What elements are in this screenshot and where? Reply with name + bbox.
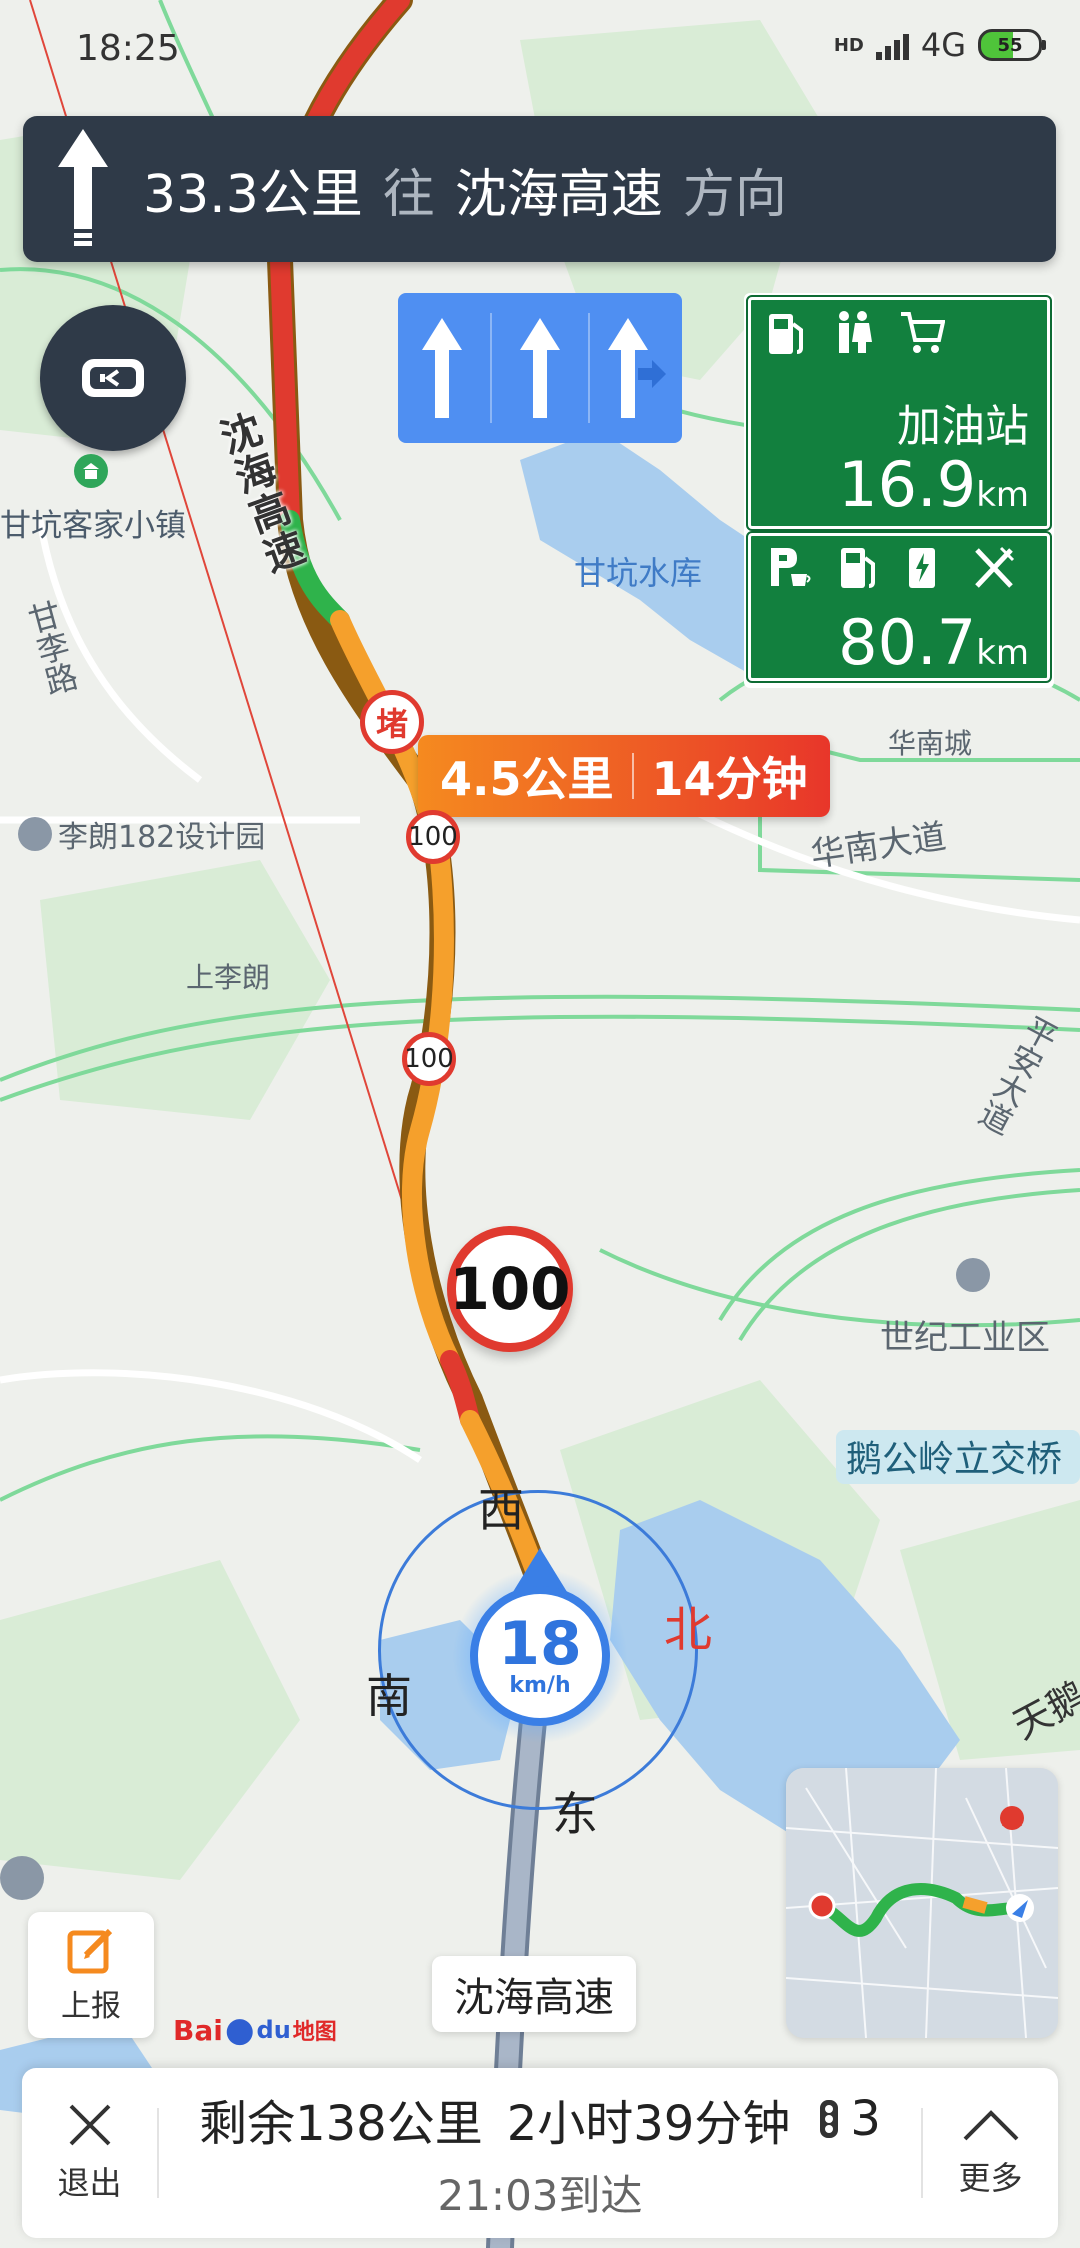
service-area-second[interactable]: 80.7 km — [746, 531, 1052, 683]
trip-summary[interactable]: 剩余138公里 2小时39分钟 3 21:03到达 — [162, 2068, 918, 2238]
parking-cafe-icon — [767, 544, 813, 600]
network-type: 4G — [920, 26, 966, 64]
compass-north: 北 — [664, 1602, 713, 1658]
battery-level: 55 — [978, 29, 1042, 61]
close-icon — [69, 2104, 110, 2146]
compass-south: 南 — [366, 1669, 412, 1723]
guidance-toward: 往 — [382, 164, 435, 225]
building-icon — [18, 817, 52, 851]
current-speed-value: 18 — [498, 1608, 582, 1679]
building-icon — [956, 1258, 990, 1292]
service-first-distance: 16.9 km — [838, 448, 1029, 521]
compass-east: 东 — [552, 1787, 598, 1841]
current-speed-unit: km/h — [509, 1672, 571, 1698]
battery-icon: 55 — [978, 29, 1046, 61]
driving-mode-button[interactable] — [40, 305, 186, 451]
lane-straight-icon — [500, 293, 580, 443]
lane-straight-icon — [402, 293, 482, 443]
fuel-icon — [767, 310, 807, 366]
restroom-icon — [833, 310, 873, 366]
more-label: 更多 — [958, 2159, 1023, 2197]
ganken-town-label: 甘坑客家小镇 — [0, 508, 186, 544]
landmark-icon — [74, 454, 108, 488]
trip-duration: 2小时39分钟 — [506, 2095, 791, 2152]
service-second-distance: 80.7 km — [838, 606, 1029, 679]
lilang-park-label: 李朗182设计园 — [58, 820, 266, 855]
century-industrial-poi[interactable] — [956, 1258, 996, 1292]
ev-charging-icon — [905, 544, 945, 600]
report-button[interactable]: 上报 — [28, 1912, 154, 2038]
compass-west: 西 — [478, 1483, 524, 1537]
paw-icon: ● — [224, 2010, 255, 2050]
traffic-jam-bubble[interactable]: 4.5公里 14分钟 — [418, 735, 830, 817]
fuel-icon — [839, 544, 879, 600]
logo-left-text: Bai — [173, 2013, 223, 2047]
speed-limit-camera-sign: 100 — [447, 1226, 573, 1352]
service-second-distance-value: 80.7 — [838, 606, 977, 679]
edit-report-icon — [67, 1928, 113, 1974]
traffic-light-icon — [820, 2099, 839, 2138]
jam-badge: 堵 — [360, 690, 424, 754]
lane-straight-right-icon — [598, 293, 678, 443]
exit-button[interactable]: 退出 — [22, 2068, 157, 2238]
route-overview-minimap[interactable] — [786, 1768, 1058, 2038]
jam-time: 14分钟 — [651, 752, 808, 806]
lane-guidance — [398, 293, 682, 443]
car-front-icon — [82, 359, 144, 397]
report-label: 上报 — [61, 1989, 121, 2024]
more-button[interactable]: 更多 — [923, 2068, 1058, 2238]
huanan-city-label: 华南城 — [888, 727, 973, 760]
traffic-lights-value: 3 — [850, 2090, 881, 2147]
guidance-direction: 方向 — [682, 164, 787, 225]
logo-mid-text: du — [256, 2016, 291, 2044]
century-industrial-label: 世纪工业区 — [880, 1318, 1050, 1358]
trip-bottom-bar: 退出 剩余138公里 2小时39分钟 3 21:03到达 更多 — [22, 2068, 1058, 2238]
guidance-banner[interactable]: 33.3公里 往 沈海高速 方向 — [23, 116, 1056, 262]
cart-icon — [899, 310, 946, 366]
restaurant-icon — [971, 544, 1017, 600]
service-first-label: 加油站 — [897, 401, 1029, 452]
service-second-distance-unit: km — [976, 633, 1029, 673]
logo-right-text: 地图 — [292, 2020, 337, 2045]
baidu-map-logo: Bai ● du 地图 — [173, 2010, 337, 2050]
hd-label: HD — [833, 34, 864, 56]
signal-icon — [875, 30, 909, 60]
building-icon — [0, 1856, 44, 1900]
lilang-park-poi[interactable]: 李朗182设计园 — [18, 812, 265, 856]
guidance-road: 沈海高速 — [454, 164, 663, 225]
trip-remaining: 剩余138公里 — [199, 2095, 483, 2152]
speed-limit-sign: 100 — [406, 810, 460, 864]
egongling-interchange-label: 鹅公岭立交桥 — [836, 1430, 1080, 1484]
shang-lilang-label: 上李朗 — [186, 961, 271, 994]
ganken-reservoir-label: 甘坑水库 — [574, 554, 703, 592]
guidance-distance: 33.3公里 — [143, 164, 363, 225]
status-time: 18:25 — [76, 28, 180, 69]
exit-label: 退出 — [57, 2164, 122, 2202]
ganken-town-poi[interactable] — [74, 454, 108, 488]
jam-distance: 4.5公里 — [440, 752, 614, 806]
service-area-first[interactable]: 加油站 16.9 km — [746, 295, 1052, 531]
status-indicators: HD 4G 55 — [834, 26, 1046, 64]
service-first-distance-unit: km — [976, 475, 1029, 515]
service-area-board[interactable]: 加油站 16.9 km 80.7 km — [744, 293, 1054, 688]
service-first-distance-value: 16.9 — [838, 448, 977, 521]
speed-limit-sign: 100 — [402, 1032, 456, 1086]
chevron-up-icon — [963, 2110, 1018, 2141]
current-speed-indicator[interactable]: 18 km/h — [470, 1586, 610, 1726]
trip-arrival: 21:03到达 — [437, 2170, 643, 2220]
traffic-lights-count: 3 — [814, 2091, 881, 2147]
current-road-chip[interactable]: 沈海高速 — [432, 1956, 636, 2032]
straight-arrow-icon — [23, 116, 143, 262]
